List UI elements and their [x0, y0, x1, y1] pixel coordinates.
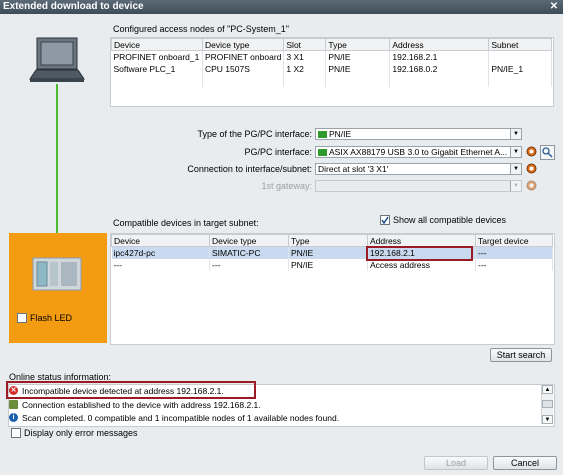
scroll-down-icon[interactable]: ▼	[542, 415, 553, 424]
chevron-down-icon[interactable]: ▼	[510, 129, 521, 139]
checkbox-icon[interactable]	[11, 427, 21, 438]
status-text: Connection established to the device wit…	[22, 400, 261, 410]
table-row[interactable]: PROFINET onboard_1 PROFINET onboard 3 X1…	[111, 50, 552, 63]
download-dialog: Extended download to device ✕ Configured…	[0, 0, 563, 475]
table-cell: PROFINET onboard	[202, 50, 285, 63]
error-only-checkbox[interactable]: Display only error messages	[11, 427, 138, 439]
gateway-select: ▼	[315, 180, 522, 192]
table-cell: 192.168.0.2	[389, 63, 490, 75]
device-icon	[32, 257, 82, 291]
iface-type-select[interactable]: PN/IE ▼	[315, 128, 522, 140]
properties-icon[interactable]	[526, 146, 537, 157]
table-cell: PN/IE	[288, 259, 368, 271]
network-adapter-icon	[318, 149, 327, 157]
connection-select[interactable]: Direct at slot '3 X1' ▼	[315, 163, 522, 175]
error-only-label: Display only error messages	[24, 428, 138, 438]
scroll-thumb[interactable]	[542, 400, 553, 408]
title-bar: Extended download to device ✕	[0, 0, 563, 14]
table-cell: SIMATIC-PC	[209, 246, 289, 259]
nodes-col-address[interactable]: Address	[389, 38, 490, 51]
compat-col-address[interactable]: Address	[367, 234, 476, 247]
show-all-checkbox[interactable]: Show all compatible devices	[380, 214, 507, 226]
checkbox-checked-icon[interactable]	[380, 214, 390, 225]
table-cell: 3 X1	[283, 50, 327, 63]
nodes-col-device-type[interactable]: Device type	[201, 38, 285, 51]
connection-value: Direct at slot '3 X1'	[318, 164, 389, 174]
nodes-table: Device Device type Slot Type Address Sub…	[111, 38, 552, 87]
start-search-label: Start search	[496, 350, 546, 360]
table-cell: 192.168.2.1	[389, 50, 490, 63]
compat-col-target[interactable]: Target device	[475, 234, 553, 247]
table-cell: ---	[475, 259, 553, 271]
connection-label: Connection to interface/subnet:	[187, 164, 312, 174]
laptop-icon	[28, 37, 86, 87]
gateway-label: 1st gateway:	[261, 181, 312, 191]
diagnostics-icon[interactable]	[540, 145, 555, 160]
cancel-label: Cancel	[510, 458, 539, 468]
load-label: Load	[445, 458, 467, 468]
start-search-button[interactable]: Start search	[490, 348, 552, 362]
error-highlight	[6, 381, 256, 399]
pgpc-select[interactable]: ASIX AX88179 USB 3.0 to Gigabit Ethernet…	[315, 146, 522, 158]
table-row[interactable]: ipc427d-pc SIMATIC-PC PN/IE 192.168.2.1 …	[111, 246, 553, 259]
nodes-col-subnet[interactable]: Subnet	[488, 38, 552, 51]
table-cell: PN/IE	[325, 50, 391, 63]
status-scrollbar[interactable]: ▲ ▼	[541, 385, 553, 424]
nodes-col-slot[interactable]: Slot	[283, 38, 327, 51]
nodes-col-type[interactable]: Type	[325, 38, 391, 51]
table-cell: PN/IE	[288, 246, 368, 259]
chevron-down-icon: ▼	[510, 181, 521, 191]
status-text: Scan completed. 0 compatible and 1 incom…	[22, 413, 340, 423]
show-all-label: Show all compatible devices	[393, 215, 507, 225]
load-button: Load	[424, 456, 488, 470]
nodes-col-device[interactable]: Device	[111, 38, 203, 51]
table-cell	[488, 50, 552, 63]
pgpc-label: PG/PC interface:	[244, 147, 312, 157]
compat-col-device-type[interactable]: Device type	[209, 234, 289, 247]
info-icon: i	[9, 413, 18, 423]
table-cell: ---	[475, 246, 553, 259]
pgpc-value: ASIX AX88179 USB 3.0 to Gigabit Ethernet…	[329, 147, 508, 157]
table-cell: PN/IE	[325, 63, 391, 75]
address-highlight	[366, 246, 473, 261]
chevron-down-icon[interactable]: ▼	[510, 147, 521, 157]
table-cell: ipc427d-pc	[111, 246, 210, 259]
checkbox-icon[interactable]	[17, 312, 27, 323]
chevron-down-icon[interactable]: ▼	[510, 164, 521, 174]
status-line-info: i Scan completed. 0 compatible and 1 inco…	[9, 412, 339, 424]
compat-col-device[interactable]: Device	[111, 234, 210, 247]
properties-icon[interactable]	[526, 163, 537, 174]
status-line-connection: Connection established to the device wit…	[9, 399, 261, 411]
scroll-up-icon[interactable]: ▲	[542, 385, 553, 394]
close-icon[interactable]: ✕	[549, 2, 559, 12]
table-cell: Software PLC_1	[111, 63, 203, 75]
cancel-button[interactable]: Cancel	[493, 456, 557, 470]
properties-icon	[526, 180, 537, 191]
target-device-panel: Flash LED	[9, 233, 107, 343]
compat-col-type[interactable]: Type	[288, 234, 368, 247]
table-cell: ---	[111, 259, 210, 271]
table-cell: PROFINET onboard_1	[111, 50, 203, 63]
table-cell: 1 X2	[283, 63, 327, 75]
flash-led-checkbox[interactable]: Flash LED	[17, 312, 73, 324]
window-title: Extended download to device	[3, 1, 144, 12]
nodes-heading: Configured access nodes of "PC-System_1"	[113, 24, 289, 34]
table-cell: CPU 1507S	[202, 63, 285, 75]
table-row[interactable]: Software PLC_1 CPU 1507S 1 X2 PN/IE 192.…	[111, 63, 552, 75]
iface-type-value: PN/IE	[329, 129, 352, 139]
network-icon	[318, 131, 327, 139]
table-row[interactable]: --- --- PN/IE Access address ---	[111, 259, 553, 271]
compat-table: Device Device type Type Address Target d…	[111, 234, 553, 271]
compat-heading: Compatible devices in target subnet:	[113, 218, 259, 228]
table-cell: PN/IE_1	[488, 63, 552, 75]
network-link-line	[56, 84, 58, 234]
flash-led-label: Flash LED	[30, 313, 73, 323]
table-cell: ---	[209, 259, 289, 271]
connection-icon	[9, 400, 18, 410]
iface-type-label: Type of the PG/PC interface:	[197, 129, 312, 139]
